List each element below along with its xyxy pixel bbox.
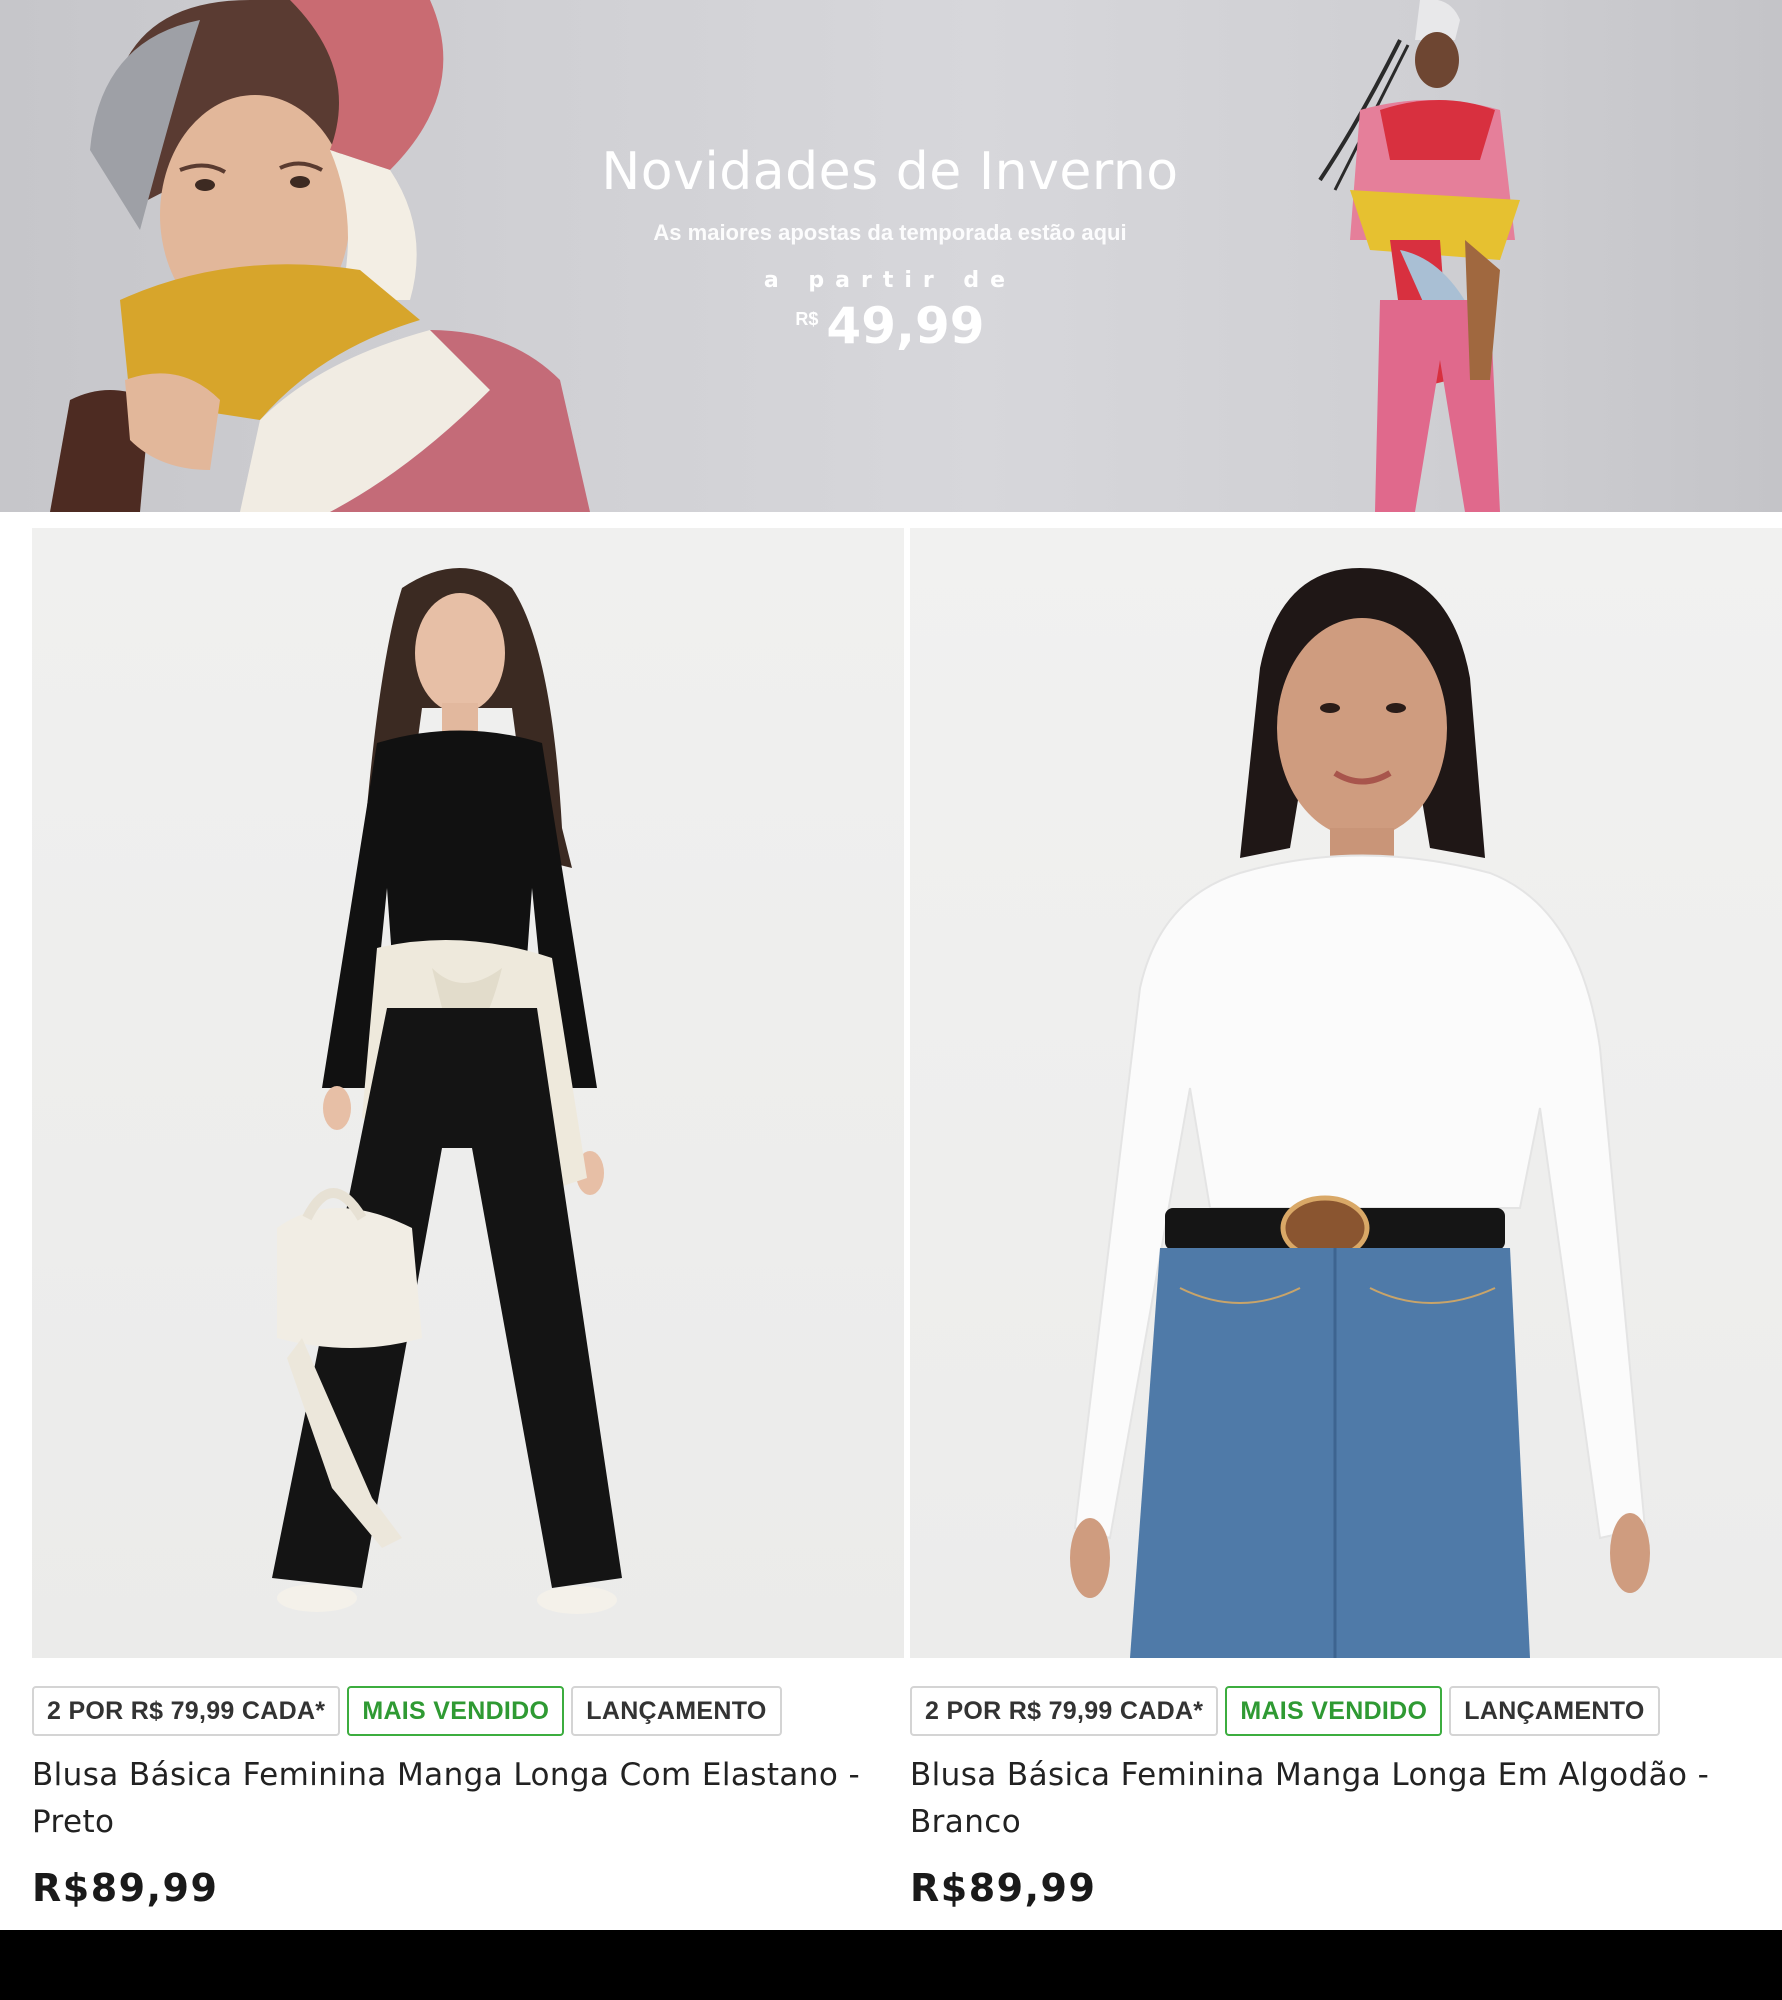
banner-subtitle: As maiores apostas da temporada estão aq… bbox=[653, 220, 1127, 245]
banner-copy: Novidades de Inverno As maiores apostas … bbox=[560, 140, 1220, 353]
banner-price: 49,99 bbox=[826, 297, 985, 355]
banner-price-row: R$ 49,99 bbox=[560, 299, 1220, 353]
banner-currency: R$ bbox=[795, 309, 819, 329]
bottom-black-bar bbox=[0, 1930, 1782, 2000]
best-seller-badge: MAIS VENDIDO bbox=[1225, 1686, 1443, 1736]
new-release-badge: LANÇAMENTO bbox=[1449, 1686, 1660, 1736]
model-white-top-jeans-image bbox=[1070, 568, 1650, 1658]
product-title-1[interactable]: Blusa Básica Feminina Manga Longa Com El… bbox=[32, 1752, 904, 1846]
promo-badge: 2 POR R$ 79,99 CADA* bbox=[910, 1686, 1219, 1736]
product-badges-1: 2 POR R$ 79,99 CADA* MAIS VENDIDO LANÇAM… bbox=[32, 1686, 904, 1736]
new-release-badge: LANÇAMENTO bbox=[571, 1686, 782, 1736]
product-image-1[interactable] bbox=[32, 528, 904, 1658]
model-black-outfit-image bbox=[272, 568, 622, 1614]
product-title-2[interactable]: Blusa Básica Feminina Manga Longa Em Alg… bbox=[910, 1752, 1782, 1846]
banner-title: Novidades de Inverno bbox=[601, 142, 1179, 202]
product-badges-2: 2 POR R$ 79,99 CADA* MAIS VENDIDO LANÇAM… bbox=[910, 1686, 1782, 1736]
promo-badge: 2 POR R$ 79,99 CADA* bbox=[32, 1686, 341, 1736]
product-listing-page: Novidades de Inverno As maiores apostas … bbox=[0, 0, 1782, 1930]
banner-model-pink-outfit-image bbox=[1318, 0, 1520, 512]
product-card-2[interactable]: 2 POR R$ 79,99 CADA* MAIS VENDIDO LANÇAM… bbox=[910, 528, 1782, 1910]
product-image-2[interactable] bbox=[910, 528, 1782, 1658]
product-card-1[interactable]: 2 POR R$ 79,99 CADA* MAIS VENDIDO LANÇAM… bbox=[32, 528, 904, 1910]
winter-promo-banner[interactable]: Novidades de Inverno As maiores apostas … bbox=[0, 0, 1782, 512]
product-price-1: R$89,99 bbox=[32, 1866, 219, 1910]
product-price-2: R$89,99 bbox=[910, 1866, 1097, 1910]
banner-from-label: a partir de bbox=[763, 268, 1017, 293]
best-seller-badge: MAIS VENDIDO bbox=[347, 1686, 565, 1736]
banner-model-scarf-image bbox=[50, 0, 590, 512]
